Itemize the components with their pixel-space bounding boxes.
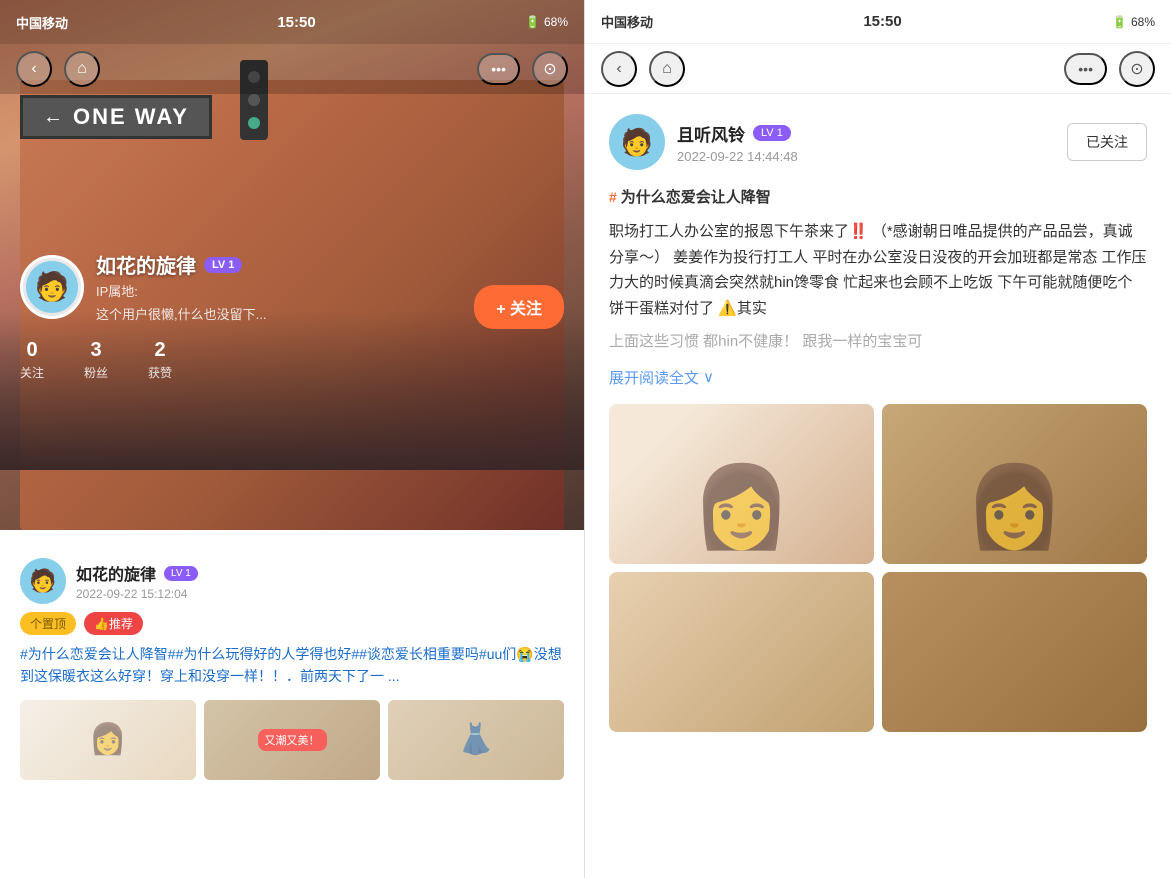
bio: 这个用户很懒,什么也没留下... — [96, 304, 266, 323]
right-back-button[interactable]: ‹ — [601, 51, 637, 87]
article-image-3[interactable] — [609, 572, 874, 732]
followers-count: 3 — [84, 339, 108, 362]
left-status-bar: 中国移动 15:50 🔋 68% — [0, 0, 584, 44]
left-carrier: 中国移动 — [16, 13, 68, 32]
right-target-button[interactable]: ⊙ — [1119, 51, 1155, 87]
left-phone: 中国移动 15:50 🔋 68% ‹ ⌂ ••• ⊙ ← ONE WAY — [0, 0, 585, 878]
likes-label: 获赞 — [148, 364, 172, 381]
article-text: 职场打工人办公室的报恩下午茶来了‼️ （*感谢朝日唯品提供的产品品尝，真诚分享～… — [609, 219, 1147, 321]
expand-icon: ∨ — [703, 368, 714, 386]
right-home-button[interactable]: ⌂ — [649, 51, 685, 87]
person-figure-2: 👩 — [965, 460, 1065, 554]
street-sign-text: ONE WAY — [73, 104, 189, 130]
left-back-button[interactable]: ‹ — [16, 51, 52, 87]
battery-icon: 🔋 — [525, 15, 540, 29]
left-home-button[interactable]: ⌂ — [64, 51, 100, 87]
author-left: 🧑 且听风铃 LV 1 2022-09-22 14:44:48 — [609, 114, 798, 170]
right-follow-button[interactable]: 已关注 — [1067, 123, 1147, 161]
avatar: 🧑 — [20, 255, 84, 319]
pin-badge: 个置顶 — [20, 612, 76, 635]
article-image-1[interactable]: 👩 — [609, 404, 874, 564]
left-time: 15:50 — [277, 14, 315, 31]
likes-count: 2 — [148, 339, 172, 362]
post-image-1[interactable]: 👩 — [20, 700, 196, 780]
author-avatar: 🧑 — [609, 114, 665, 170]
followers-stat: 3 粉丝 — [84, 339, 108, 381]
right-time: 15:50 — [863, 13, 901, 30]
right-carrier: 中国移动 — [601, 12, 653, 31]
post-name-row: 如花的旋律 LV 1 — [76, 561, 198, 585]
left-nav-right: ••• ⊙ — [477, 51, 568, 87]
likes-stat: 2 获赞 — [148, 339, 172, 381]
right-nav-left: ‹ ⌂ — [601, 51, 685, 87]
street-arrow-icon: ← — [43, 106, 65, 129]
right-battery-icon: 🔋 — [1112, 15, 1127, 29]
article-images: 👩 👩 — [609, 404, 1147, 732]
post-header: 🧑 如花的旋律 LV 1 2022-09-22 15:12:04 — [20, 558, 564, 604]
stats-row: 0 关注 3 粉丝 2 获赞 — [20, 339, 564, 381]
tl-dot-yellow — [248, 94, 260, 106]
left-nav-bar: ‹ ⌂ ••• ⊙ — [0, 44, 584, 94]
right-battery-percent: 68% — [1131, 15, 1155, 29]
expand-button[interactable]: 展开阅读全文 ∨ — [609, 367, 1147, 388]
article-image-4[interactable] — [882, 572, 1147, 732]
tl-dot-green — [248, 117, 260, 129]
username: 如花的旋律 — [96, 250, 196, 279]
author-info: 且听风铃 LV 1 2022-09-22 14:44:48 — [677, 121, 798, 164]
author-lv-badge: LV 1 — [753, 125, 791, 141]
follow-button[interactable]: + 关注 — [474, 285, 564, 329]
content-card: 🧑 如花的旋律 LV 1 2022-09-22 15:12:04 个置顶 👍推荐… — [0, 538, 584, 878]
lv-badge: LV 1 — [204, 257, 242, 273]
right-status-bar: 中国移动 15:50 🔋 68% — [585, 0, 1171, 44]
ip-location: IP属地: — [96, 281, 266, 300]
followers-label: 粉丝 — [84, 364, 108, 381]
post-image-3[interactable]: 👗 — [388, 700, 564, 780]
expand-label: 展开阅读全文 — [609, 367, 699, 388]
street-sign: ← ONE WAY — [20, 95, 212, 139]
left-more-button[interactable]: ••• — [477, 53, 520, 85]
post-tag: # 为什么恋爱会让人降智 — [609, 186, 1147, 207]
following-count: 0 — [20, 339, 44, 362]
badges-row: 个置顶 👍推荐 — [20, 612, 564, 635]
post-time: 2022-09-22 15:12:04 — [76, 587, 198, 601]
post-author-info: 如花的旋律 LV 1 2022-09-22 15:12:04 — [76, 561, 198, 601]
left-nav-left: ‹ ⌂ — [16, 51, 100, 87]
right-phone: 中国移动 15:50 🔋 68% ‹ ⌂ ••• ⊙ 🧑 且听风铃 LV 1 — [585, 0, 1171, 878]
post-images: 👩 又潮又美！ 👗 — [20, 700, 564, 780]
hash-icon: # — [609, 189, 617, 205]
left-status-icons: 🔋 68% — [525, 15, 568, 29]
right-more-button[interactable]: ••• — [1064, 53, 1107, 85]
article-image-2[interactable]: 👩 — [882, 404, 1147, 564]
left-target-button[interactable]: ⊙ — [532, 51, 568, 87]
following-stat: 0 关注 — [20, 339, 44, 381]
post-image-2[interactable]: 又潮又美！ — [204, 700, 380, 780]
post-avatar: 🧑 — [20, 558, 66, 604]
right-nav-bar: ‹ ⌂ ••• ⊙ — [585, 44, 1171, 94]
rec-badge: 👍推荐 — [84, 612, 143, 635]
following-label: 关注 — [20, 364, 44, 381]
post-username: 如花的旋律 — [76, 561, 156, 585]
image-label: 又潮又美！ — [258, 729, 327, 751]
profile-name-row: 如花的旋律 LV 1 — [96, 250, 266, 279]
author-section: 🧑 且听风铃 LV 1 2022-09-22 14:44:48 已关注 — [609, 114, 1147, 170]
right-content-area: 🧑 且听风铃 LV 1 2022-09-22 14:44:48 已关注 # 为什… — [585, 94, 1171, 878]
right-nav-right: ••• ⊙ — [1064, 51, 1155, 87]
battery-percent: 68% — [544, 15, 568, 29]
author-name: 且听风铃 — [677, 121, 745, 146]
profile-info: 如花的旋律 LV 1 IP属地: 这个用户很懒,什么也没留下... — [96, 250, 266, 323]
article-fade-text: 上面这些习惯 都hin不健康！ 跟我一样的宝宝可 — [609, 329, 1147, 355]
post-content: #为什么恋爱会让人降智##为什么玩得好的人学得也好##谈恋爱长相重要吗#uu们😭… — [20, 643, 564, 688]
right-status-icons: 🔋 68% — [1112, 15, 1155, 29]
author-name-row: 且听风铃 LV 1 — [677, 121, 798, 146]
person-figure-1: 👩 — [692, 460, 792, 554]
post-lv-badge: LV 1 — [164, 566, 198, 581]
author-time: 2022-09-22 14:44:48 — [677, 149, 798, 164]
avatar-face: 🧑 — [26, 261, 78, 313]
tag-title: 为什么恋爱会让人降智 — [621, 186, 771, 207]
